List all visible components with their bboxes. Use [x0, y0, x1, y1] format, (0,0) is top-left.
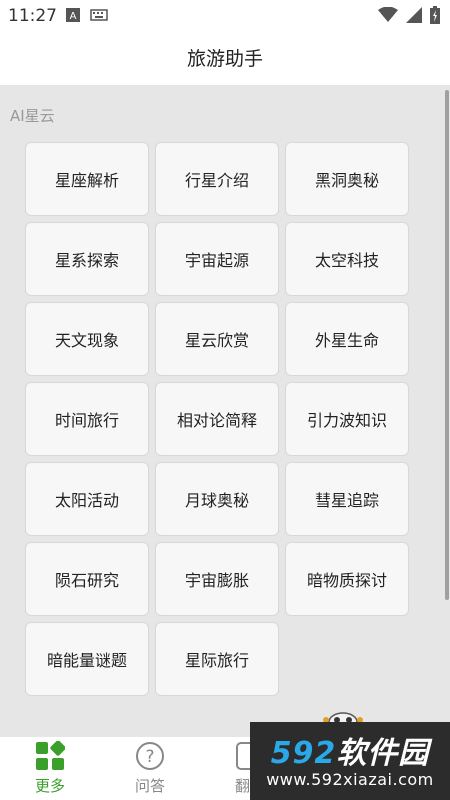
tile-button[interactable]: 天文现象 [25, 302, 149, 376]
nav-label: 更多 [34, 777, 65, 795]
status-left-icons: A [66, 8, 108, 22]
page-title: 旅游助手 [186, 48, 263, 70]
tile-button[interactable]: 月球奥秘 [155, 462, 279, 536]
svg-text:A: A [70, 11, 77, 22]
tile-button[interactable]: 彗星追踪 [285, 462, 409, 536]
status-right-icons [378, 6, 440, 24]
wifi-icon [378, 7, 398, 22]
tile-button[interactable]: 暗能量谜题 [25, 622, 149, 696]
watermark-title: 592软件园 [270, 736, 430, 771]
status-time: 11:27 [8, 6, 57, 26]
tile-button[interactable]: 星际旅行 [155, 622, 279, 696]
nav-label: 问答 [134, 777, 165, 795]
tile-button[interactable]: 陨石研究 [25, 542, 149, 616]
a-notification-icon: A [66, 8, 80, 22]
scrollbar[interactable] [445, 90, 449, 600]
tile-button[interactable]: 引力波知识 [285, 382, 409, 456]
tile-button[interactable]: 黑洞奥秘 [285, 142, 409, 216]
app-header: 旅游助手 [0, 30, 450, 85]
grid-apps-icon [36, 741, 65, 770]
watermark-logo: 592软件园 www.592xiazai.com [250, 722, 450, 800]
status-bar: 11:27 A [0, 0, 450, 30]
keyboard-icon [90, 9, 108, 21]
nav-item-qa[interactable]: ? 问答 [100, 737, 200, 800]
tile-button[interactable]: 星系探索 [25, 222, 149, 296]
nav-item-more[interactable]: 更多 [0, 737, 100, 800]
tile-button[interactable]: 暗物质探讨 [285, 542, 409, 616]
tile-button[interactable]: 宇宙膨胀 [155, 542, 279, 616]
tile-button[interactable]: 时间旅行 [25, 382, 149, 456]
watermark-url: www.592xiazai.com [266, 770, 434, 789]
question-circle-icon: ? [136, 742, 164, 770]
tile-button[interactable]: 宇宙起源 [155, 222, 279, 296]
tile-button[interactable]: 星云欣赏 [155, 302, 279, 376]
tile-button[interactable]: 星座解析 [25, 142, 149, 216]
tile-button[interactable]: 太阳活动 [25, 462, 149, 536]
battery-icon [430, 6, 440, 24]
feature-grid: 星座解析 行星介绍 黑洞奥秘 星系探索 宇宙起源 太空科技 天文现象 星云欣赏 … [25, 142, 410, 696]
svg-text:?: ? [145, 747, 154, 767]
section-label: AI星云 [10, 107, 55, 125]
tile-button[interactable]: 太空科技 [285, 222, 409, 296]
tile-button[interactable]: 外星生命 [285, 302, 409, 376]
tile-button[interactable]: 行星介绍 [155, 142, 279, 216]
signal-icon [406, 7, 422, 23]
tile-button[interactable]: 相对论简释 [155, 382, 279, 456]
content-area[interactable]: AI星云 星座解析 行星介绍 黑洞奥秘 星系探索 宇宙起源 太空科技 天文现象 … [0, 85, 450, 737]
